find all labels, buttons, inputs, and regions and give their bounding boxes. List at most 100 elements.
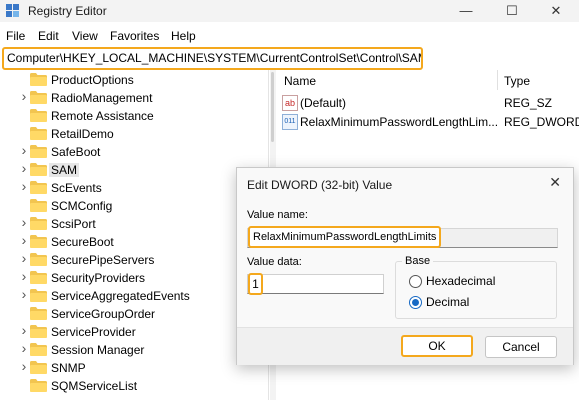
value-data-text: 1 — [248, 273, 263, 295]
value-row-relax-minimum-password-length[interactable]: 011 RelaxMinimumPasswordLengthLim... REG… — [280, 113, 579, 131]
tree-item-label: ScEvents — [51, 181, 102, 195]
chevron-right-icon[interactable]: › — [19, 160, 29, 176]
chevron-right-icon[interactable]: › — [19, 358, 29, 374]
folder-icon — [30, 361, 47, 374]
value-type: REG_DWORD — [504, 115, 579, 129]
tree-item[interactable]: › SNMP — [0, 358, 268, 377]
close-button[interactable]: ✕ — [533, 0, 579, 22]
folder-icon — [30, 289, 47, 302]
column-header-type[interactable]: Type — [504, 74, 530, 88]
tree-item[interactable]: Remote Assistance — [0, 107, 268, 125]
tree-item[interactable]: RetailDemo — [0, 125, 268, 143]
chevron-right-icon[interactable]: › — [19, 88, 29, 104]
tree-item[interactable]: › ServiceAggregatedEvents — [0, 286, 268, 305]
address-bar[interactable]: Computer\HKEY_LOCAL_MACHINE\SYSTEM\Curre… — [2, 47, 423, 70]
dialog-footer: OK Cancel — [237, 327, 573, 365]
chevron-right-icon[interactable]: › — [19, 268, 29, 284]
folder-icon — [30, 145, 47, 158]
cancel-button[interactable]: Cancel — [485, 336, 557, 358]
folder-icon — [30, 163, 47, 176]
tree-item-label: SNMP — [51, 361, 86, 375]
menu-help[interactable]: Help — [171, 29, 196, 43]
menu-bar: File Edit View Favorites Help — [0, 26, 579, 46]
minimize-button[interactable]: — — [443, 0, 489, 22]
tree-item[interactable]: › ScEvents — [0, 178, 268, 197]
tree-item-label: RadioManagement — [51, 91, 153, 105]
folder-icon — [30, 199, 47, 212]
folder-icon — [30, 235, 47, 248]
base-group — [395, 261, 557, 319]
chevron-right-icon[interactable]: › — [19, 322, 29, 338]
tree-item[interactable]: ServiceGroupOrder — [0, 305, 268, 323]
tree-item[interactable]: › SecurePipeServers — [0, 250, 268, 269]
maximize-button[interactable]: ☐ — [489, 0, 535, 22]
tree-item[interactable]: SQMServiceList — [0, 377, 268, 395]
chevron-right-icon[interactable]: › — [19, 286, 29, 302]
dialog-title: Edit DWORD (32-bit) Value — [247, 178, 393, 192]
value-name: (Default) — [300, 96, 347, 110]
decimal-label[interactable]: Decimal — [426, 295, 469, 309]
decimal-radio[interactable] — [409, 296, 422, 309]
tree-item[interactable]: › Session Manager — [0, 340, 268, 359]
folder-icon — [30, 325, 47, 338]
chevron-right-icon[interactable]: › — [19, 142, 29, 158]
folder-icon — [30, 127, 47, 140]
tree-item[interactable]: › SecurityProviders — [0, 268, 268, 287]
chevron-right-icon[interactable]: › — [19, 250, 29, 266]
folder-icon — [30, 109, 47, 122]
tree-scroll-thumb[interactable] — [271, 72, 274, 142]
chevron-right-icon[interactable]: › — [19, 340, 29, 356]
column-divider[interactable] — [497, 70, 498, 90]
chevron-right-icon[interactable]: › — [19, 178, 29, 194]
folder-icon — [30, 379, 47, 392]
menu-view[interactable]: View — [72, 29, 98, 43]
tree-item-label: SecureBoot — [51, 235, 114, 249]
window-title: Registry Editor — [28, 4, 107, 18]
folder-icon — [30, 91, 47, 104]
menu-favorites[interactable]: Favorites — [110, 29, 159, 43]
folder-icon — [30, 73, 47, 86]
tree-item-label: SQMServiceList — [51, 379, 138, 393]
folder-icon — [30, 253, 47, 266]
chevron-right-icon[interactable]: › — [19, 232, 29, 248]
tree-item-label: ProductOptions — [51, 73, 134, 87]
edit-dword-dialog: Edit DWORD (32-bit) Value ✕ Value name: … — [236, 167, 574, 365]
tree-item[interactable]: › ServiceProvider — [0, 322, 268, 341]
tree-item-label: SCMConfig — [51, 199, 113, 213]
tree-item[interactable]: › RadioManagement — [0, 88, 268, 107]
tree-item-label: Session Manager — [51, 343, 145, 357]
tree-item-label: SecurityProviders — [51, 271, 146, 285]
hexadecimal-label[interactable]: Hexadecimal — [426, 274, 495, 288]
dialog-close-button[interactable]: ✕ — [549, 174, 561, 191]
tree-item-label: SecurePipeServers — [51, 253, 155, 267]
chevron-right-icon[interactable]: › — [19, 214, 29, 230]
tree-item-label: RetailDemo — [51, 127, 114, 141]
ok-button[interactable]: OK — [401, 335, 473, 357]
tree-item-label: ScsiPort — [51, 217, 96, 231]
registry-key-tree[interactable]: ProductOptions › RadioManagement Remote Ass… — [0, 70, 269, 400]
menu-edit[interactable]: Edit — [38, 29, 59, 43]
tree-item[interactable]: SCMConfig — [0, 197, 268, 215]
value-data-input[interactable] — [247, 274, 384, 294]
value-name-text: RelaxMinimumPasswordLengthLimits — [248, 226, 442, 248]
dword-value-icon: 011 — [282, 114, 298, 130]
value-data-label: Value data: — [247, 256, 302, 268]
tree-item[interactable]: › SecureBoot — [0, 232, 268, 251]
folder-icon — [30, 217, 47, 230]
tree-item[interactable]: ProductOptions — [0, 71, 268, 89]
menu-file[interactable]: File — [6, 29, 25, 43]
hexadecimal-radio[interactable] — [409, 275, 422, 288]
tree-item[interactable]: › SAM — [0, 160, 268, 179]
title-bar: Registry Editor — ☐ ✕ — [0, 0, 579, 22]
tree-item-label: ServiceProvider — [51, 325, 136, 339]
folder-icon — [30, 271, 47, 284]
base-group-label: Base — [402, 255, 434, 267]
tree-item-label: ServiceAggregatedEvents — [51, 289, 190, 303]
tree-item-label: SAM — [49, 163, 80, 177]
string-value-icon: ab — [282, 95, 298, 111]
tree-item[interactable]: › ScsiPort — [0, 214, 268, 233]
value-name: RelaxMinimumPasswordLengthLim... — [300, 115, 499, 129]
value-row-default[interactable]: ab (Default) REG_SZ — [280, 94, 579, 112]
column-header-name[interactable]: Name — [284, 74, 316, 88]
tree-item[interactable]: › SafeBoot — [0, 142, 268, 161]
